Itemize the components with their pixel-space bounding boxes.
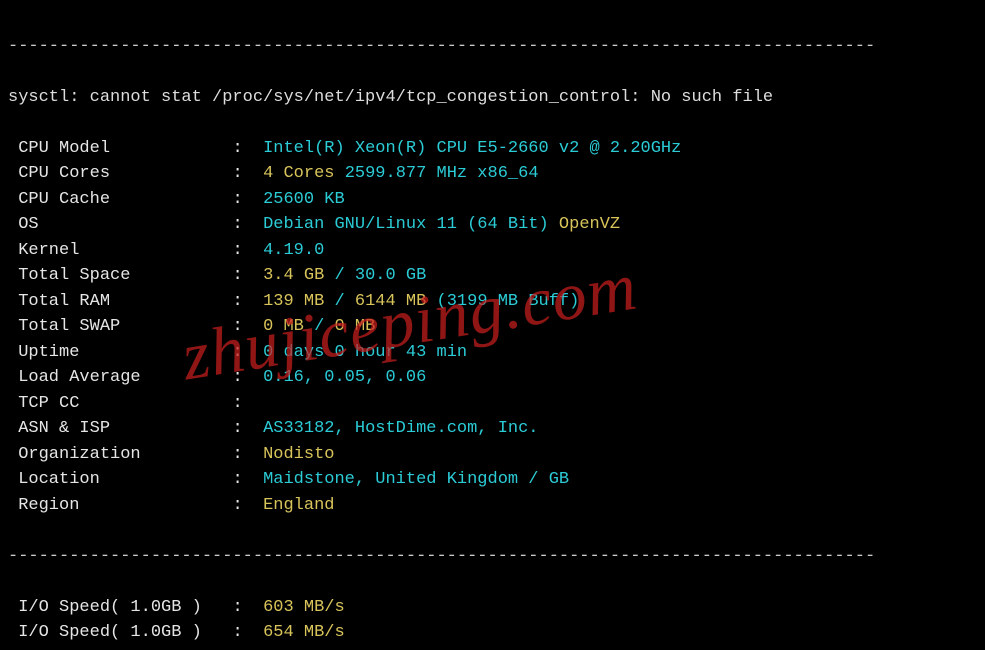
info-value-segment: Maidstone, United Kingdom / GB <box>263 470 569 489</box>
info-value-segment: England <box>263 496 334 515</box>
colon-separator: : <box>222 292 263 311</box>
colon-separator: : <box>222 266 263 285</box>
colon-separator: : <box>222 419 263 438</box>
colon-separator: : <box>222 139 263 158</box>
io-value: 654 MB/s <box>263 623 345 642</box>
io-speed-block: I/O Speed( 1.0GB ) : 603 MB/s I/O Speed(… <box>8 595 977 650</box>
colon-separator: : <box>222 470 263 489</box>
info-label: ASN & ISP <box>8 416 222 442</box>
info-row: Total RAM : 139 MB / 6144 MB (3199 MB Bu… <box>8 289 977 315</box>
io-label: I/O Speed( 1.0GB ) <box>8 646 222 650</box>
info-value-segment: 4.19.0 <box>263 241 324 260</box>
info-row: Total Space : 3.4 GB / 30.0 GB <box>8 263 977 289</box>
info-value-segment: OpenVZ <box>559 215 620 234</box>
system-info-block: CPU Model : Intel(R) Xeon(R) CPU E5-2660… <box>8 136 977 519</box>
colon-separator: : <box>222 496 263 515</box>
info-row: ASN & ISP : AS33182, HostDime.com, Inc. <box>8 416 977 442</box>
info-label: Total RAM <box>8 289 222 315</box>
info-row: CPU Cores : 4 Cores 2599.877 MHz x86_64 <box>8 161 977 187</box>
info-value-segment: Debian GNU/Linux 11 (64 Bit) <box>263 215 559 234</box>
colon-separator: : <box>222 368 263 387</box>
io-row: I/O Speed( 1.0GB ) : 603 MB/s <box>8 595 977 621</box>
info-label: Total Space <box>8 263 222 289</box>
colon-separator: : <box>222 215 263 234</box>
info-value-segment: Nodisto <box>263 445 334 464</box>
info-row: Location : Maidstone, United Kingdom / G… <box>8 467 977 493</box>
info-value-segment: 4 Cores <box>263 164 345 183</box>
io-label: I/O Speed( 1.0GB ) <box>8 620 222 646</box>
info-row: OS : Debian GNU/Linux 11 (64 Bit) OpenVZ <box>8 212 977 238</box>
colon-separator: : <box>222 241 263 260</box>
info-label: Uptime <box>8 340 222 366</box>
info-row: Total SWAP : 0 MB / 0 MB <box>8 314 977 340</box>
io-row: I/O Speed( 1.0GB ) : 654 MB/s <box>8 620 977 646</box>
info-label: CPU Cores <box>8 161 222 187</box>
info-value-segment: / <box>314 317 334 336</box>
info-label: Location <box>8 467 222 493</box>
info-label: CPU Model <box>8 136 222 162</box>
info-row: Uptime : 0 days 0 hour 43 min <box>8 340 977 366</box>
info-row: TCP CC : <box>8 391 977 417</box>
info-row: CPU Model : Intel(R) Xeon(R) CPU E5-2660… <box>8 136 977 162</box>
divider: ----------------------------------------… <box>8 34 977 60</box>
info-label: Organization <box>8 442 222 468</box>
info-value-segment: (3199 MB Buff) <box>437 292 580 311</box>
info-value-segment: 0 days 0 hour 43 min <box>263 343 467 362</box>
info-value-segment: 2599.877 MHz x86_64 <box>345 164 539 183</box>
info-value-segment: 30.0 GB <box>355 266 426 285</box>
error-line: sysctl: cannot stat /proc/sys/net/ipv4/t… <box>8 85 977 111</box>
info-value-segment: / <box>334 266 354 285</box>
divider: ----------------------------------------… <box>8 544 977 570</box>
info-value-segment: 3.4 GB <box>263 266 334 285</box>
colon-separator: : <box>222 394 263 413</box>
info-value-segment: 0 MB <box>263 317 314 336</box>
info-label: Region <box>8 493 222 519</box>
info-row: Organization : Nodisto <box>8 442 977 468</box>
colon-separator: : <box>222 190 263 209</box>
info-value-segment: Intel(R) Xeon(R) CPU E5-2660 v2 @ 2.20GH… <box>263 139 681 158</box>
info-value-segment: / <box>334 292 354 311</box>
info-value-segment: 0.16, 0.05, 0.06 <box>263 368 426 387</box>
info-value-segment: AS33182, HostDime.com, Inc. <box>263 419 538 438</box>
colon-separator: : <box>222 623 263 642</box>
info-value-segment: 25600 KB <box>263 190 345 209</box>
info-value-segment: 0 MB <box>334 317 375 336</box>
info-row: Kernel : 4.19.0 <box>8 238 977 264</box>
info-label: Load Average <box>8 365 222 391</box>
info-label: TCP CC <box>8 391 222 417</box>
colon-separator: : <box>222 164 263 183</box>
info-value-segment: 6144 MB <box>355 292 437 311</box>
info-label: OS <box>8 212 222 238</box>
colon-separator: : <box>222 317 263 336</box>
io-row: I/O Speed( 1.0GB ) : 671 MB/s <box>8 646 977 650</box>
info-row: CPU Cache : 25600 KB <box>8 187 977 213</box>
info-label: Total SWAP <box>8 314 222 340</box>
colon-separator: : <box>222 445 263 464</box>
colon-separator: : <box>222 598 263 617</box>
io-label: I/O Speed( 1.0GB ) <box>8 595 222 621</box>
info-value-segment: 139 MB <box>263 292 334 311</box>
colon-separator: : <box>222 343 263 362</box>
info-row: Load Average : 0.16, 0.05, 0.06 <box>8 365 977 391</box>
io-value: 603 MB/s <box>263 598 345 617</box>
info-row: Region : England <box>8 493 977 519</box>
terminal-output: ----------------------------------------… <box>0 0 985 650</box>
info-label: CPU Cache <box>8 187 222 213</box>
info-label: Kernel <box>8 238 222 264</box>
